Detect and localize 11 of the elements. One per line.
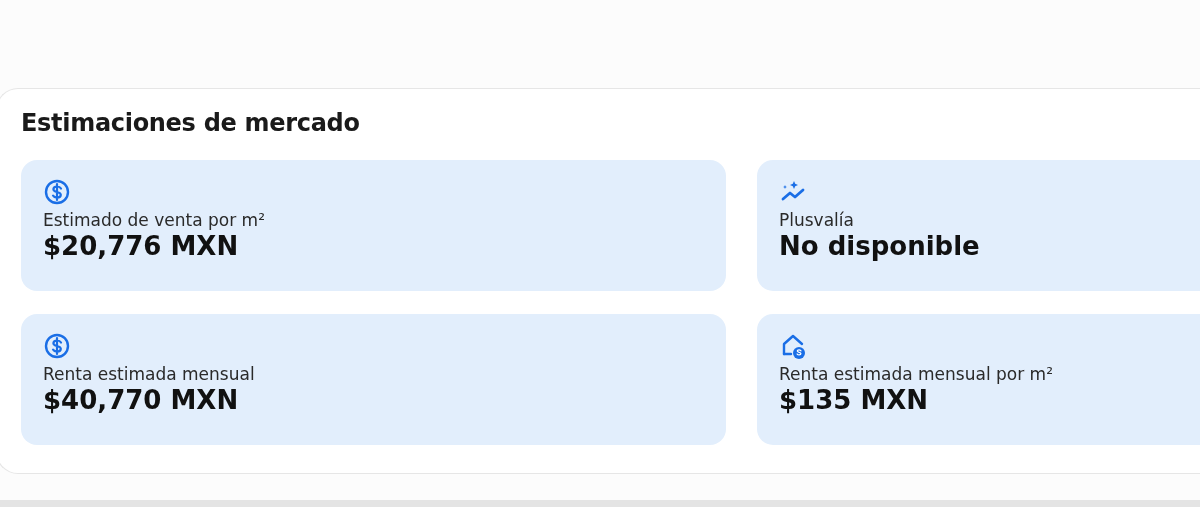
section-title: Estimaciones de mercado xyxy=(21,109,361,138)
estimate-label: Renta estimada mensual xyxy=(43,363,256,385)
dollar-icon xyxy=(43,331,71,360)
dollar-icon xyxy=(43,177,71,206)
estimate-label: Plusvalía xyxy=(779,209,855,231)
estimate-label: Renta estimada mensual por m² xyxy=(779,363,1054,385)
estimate-value: $40,770 MXN xyxy=(43,384,240,417)
estimate-value: $135 MXN xyxy=(779,384,930,417)
estimate-label: Estimado de venta por m² xyxy=(43,209,266,231)
estimate-value: No disponible xyxy=(779,230,981,263)
estimate-value: $20,776 MXN xyxy=(43,230,240,263)
